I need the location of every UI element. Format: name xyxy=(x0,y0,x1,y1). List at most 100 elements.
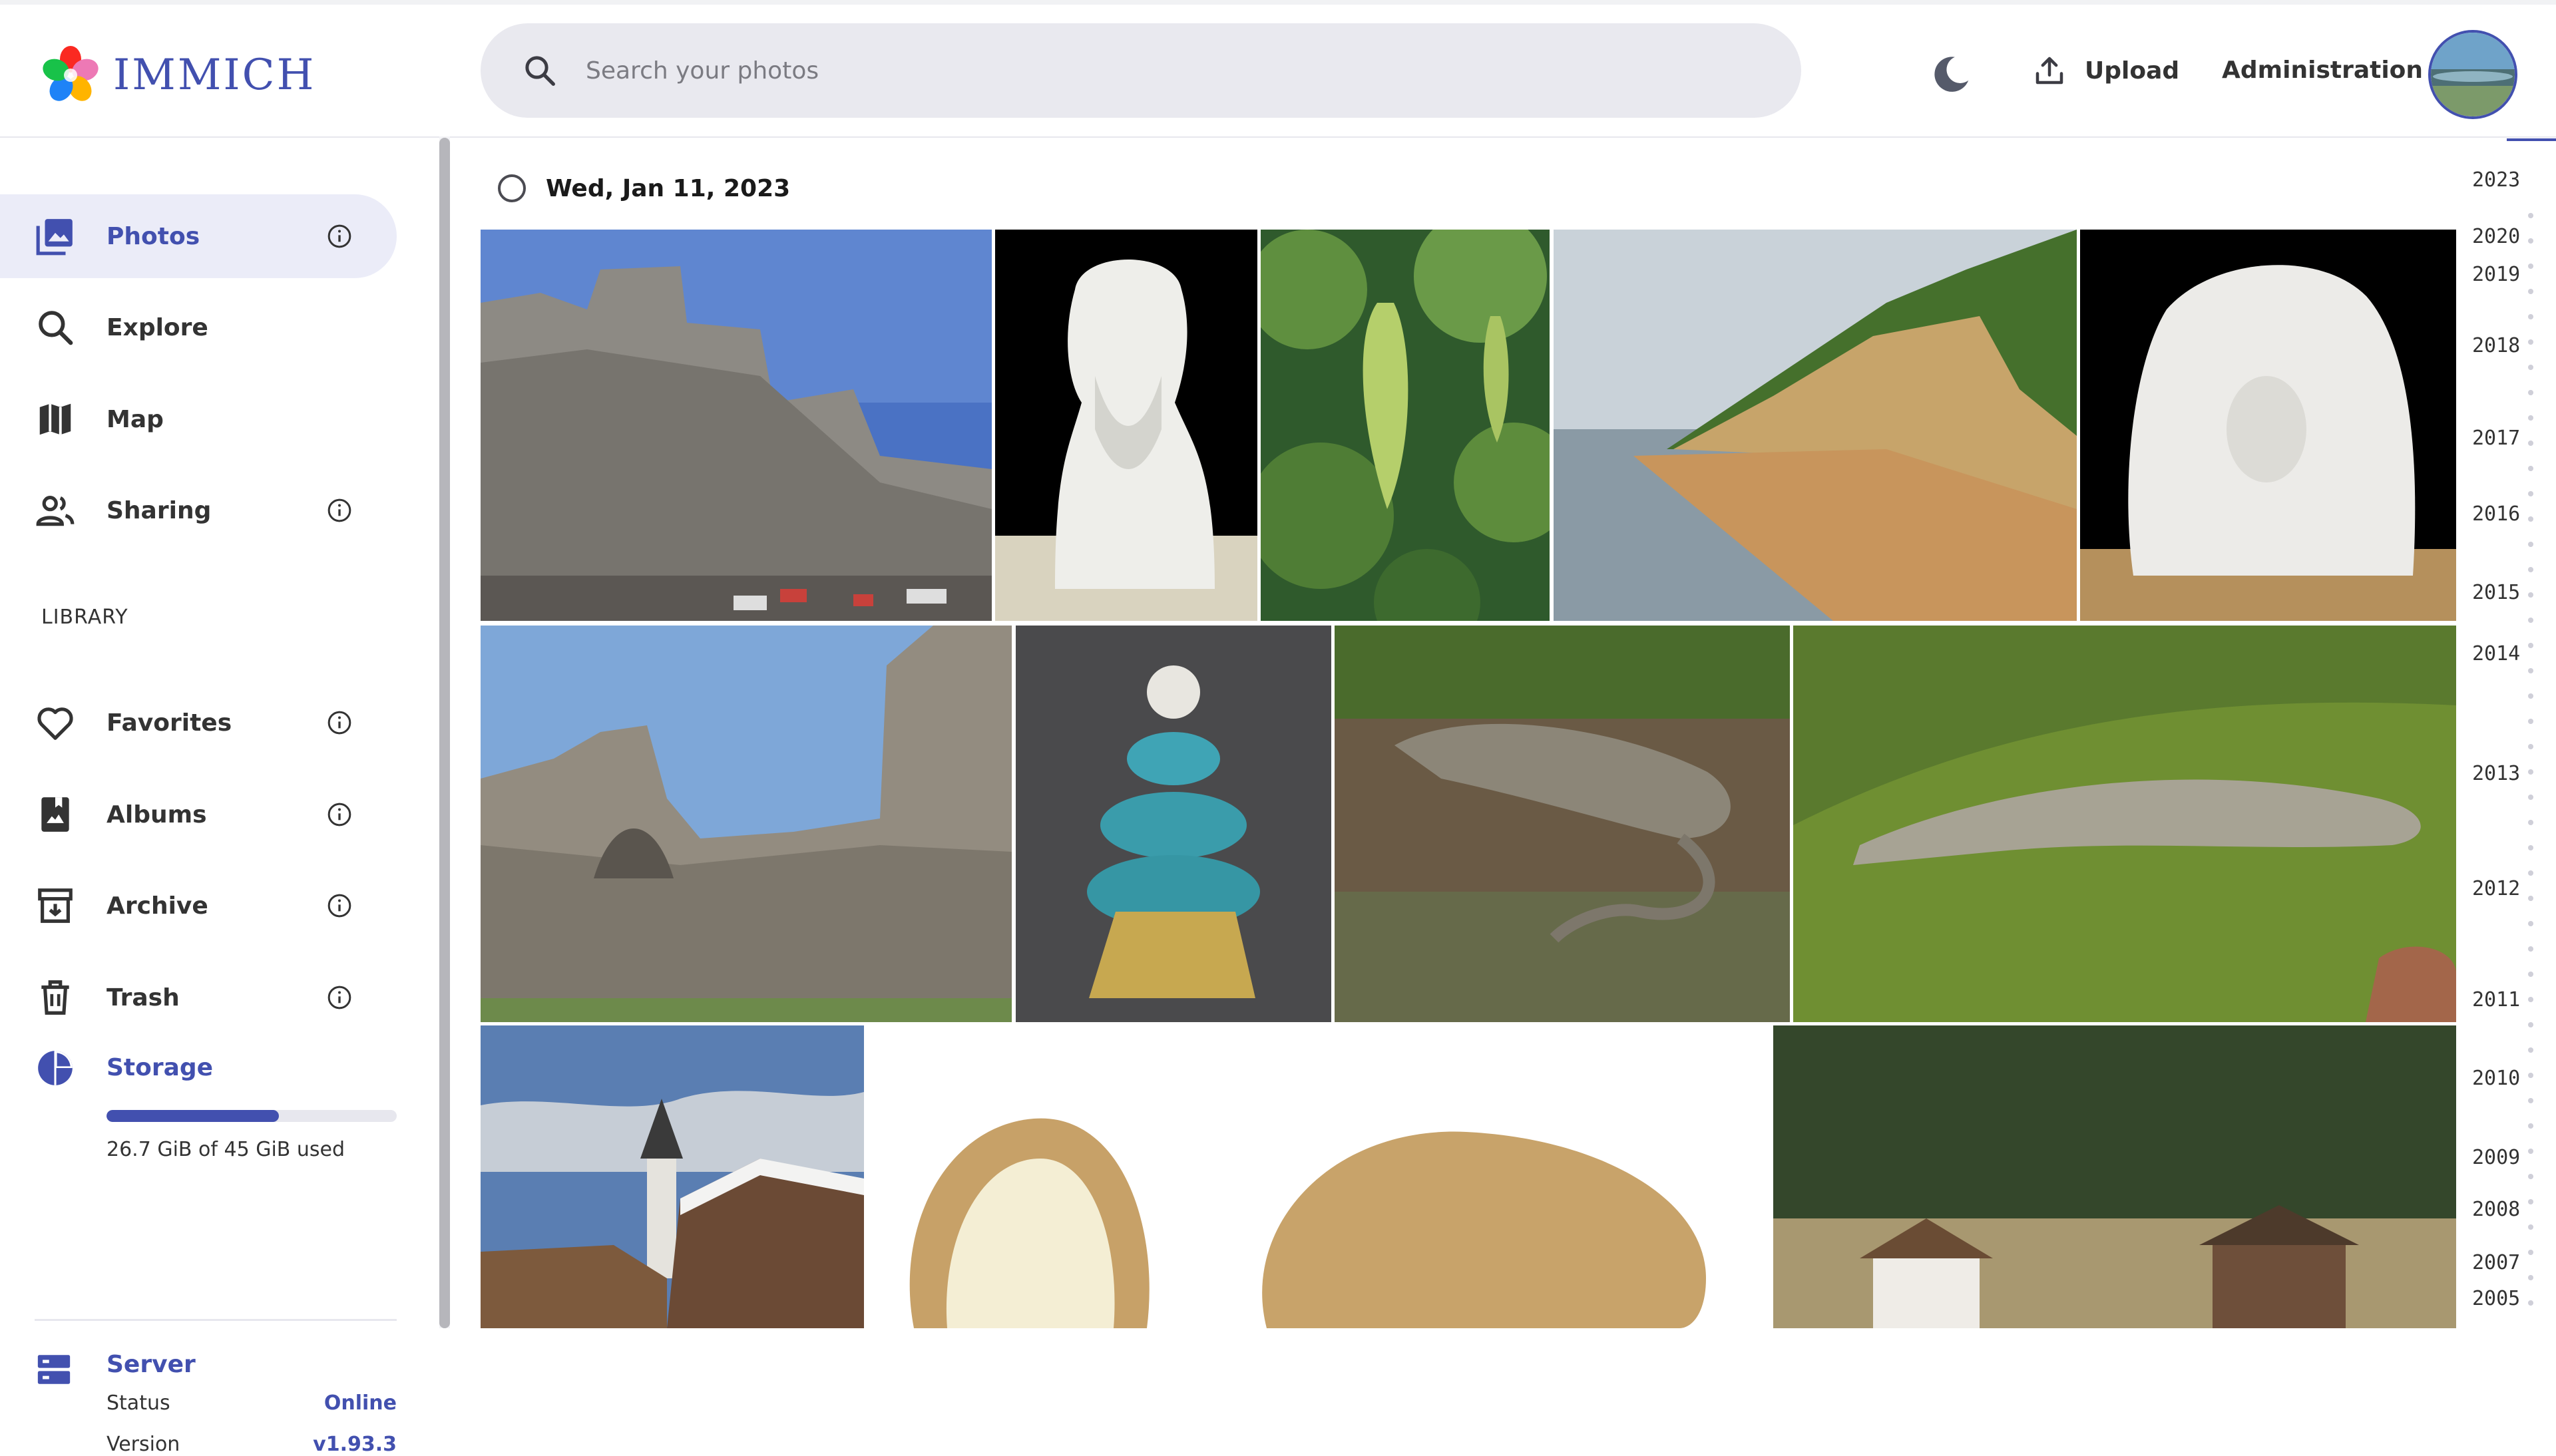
timeline-year-label[interactable]: 2009 xyxy=(2472,1146,2520,1169)
photo-snowy-church[interactable] xyxy=(481,1025,864,1328)
server-version-value[interactable]: v1.93.3 xyxy=(313,1433,397,1456)
info-icon[interactable] xyxy=(326,984,353,1011)
photo-castle-ruins[interactable] xyxy=(481,626,1012,1022)
info-icon[interactable] xyxy=(326,223,353,250)
photo-potatoes[interactable] xyxy=(867,1025,1770,1328)
photo-alpine-houses[interactable] xyxy=(1773,1025,2456,1328)
heart-icon xyxy=(37,707,73,740)
sidebar-scrollbar-thumb[interactable] xyxy=(439,138,450,1328)
timeline-dot xyxy=(2528,997,2533,1002)
timeline-dot xyxy=(2528,1123,2533,1129)
server-status-value: Online xyxy=(323,1391,397,1415)
photo-lizard-on-moss[interactable] xyxy=(1793,626,2456,1022)
search-bar[interactable] xyxy=(481,23,1801,118)
library-section-title: LIBRARY xyxy=(41,606,128,629)
timeline-scrubber[interactable]: 2023 2020 2019 2018 2017 2016 2015 2014 2013 2012… xyxy=(2456,136,2556,1328)
server-status-label: Status xyxy=(106,1391,170,1415)
timeline-dot xyxy=(2528,1098,2533,1103)
timeline-dot xyxy=(2528,592,2533,598)
photo-porcelain-centerpiece[interactable] xyxy=(1016,626,1331,1022)
sidebar-item-label: Trash xyxy=(106,984,180,1011)
server-status-row: Status Online xyxy=(106,1391,397,1415)
app-logo[interactable]: IMMICH xyxy=(40,42,316,108)
timeline-year-label[interactable]: 2016 xyxy=(2472,502,2520,526)
timeline-dot xyxy=(2528,213,2533,218)
trash-icon xyxy=(41,980,69,1015)
timeline-dot xyxy=(2528,1300,2533,1306)
sidebar-item-label: Explore xyxy=(106,313,208,341)
upload-button[interactable]: Upload xyxy=(2031,53,2179,89)
sidebar-item-explore[interactable]: Explore xyxy=(0,285,397,369)
server-icon xyxy=(37,1355,71,1384)
info-icon[interactable] xyxy=(326,801,353,828)
administration-link[interactable]: Administration xyxy=(2222,57,2423,84)
timeline-year-label[interactable]: 2019 xyxy=(2472,263,2520,286)
timeline-dot xyxy=(2528,1224,2533,1230)
timeline-year-label[interactable]: 2011 xyxy=(2472,988,2520,1011)
timeline-dot xyxy=(2528,491,2533,496)
sidebar-item-trash[interactable]: Trash xyxy=(0,956,397,1039)
timeline-dot xyxy=(2528,1174,2533,1179)
timeline-dot xyxy=(2528,264,2533,269)
timeline-dot xyxy=(2528,1073,2533,1078)
info-icon[interactable] xyxy=(326,709,353,736)
timeline-year-label[interactable]: 2017 xyxy=(2472,427,2520,450)
timeline-dot xyxy=(2528,719,2533,724)
timeline-dot xyxy=(2528,946,2533,952)
search-icon[interactable] xyxy=(522,53,558,89)
select-date-group-checkbox[interactable] xyxy=(498,174,526,202)
timeline-year-label[interactable]: 2005 xyxy=(2472,1287,2520,1310)
timeline-dot xyxy=(2528,567,2533,572)
top-border xyxy=(0,0,2556,5)
timeline-position-marker[interactable] xyxy=(2507,138,2556,141)
photo-marble-sculpture[interactable] xyxy=(2080,230,2456,621)
timeline-dot xyxy=(2528,1047,2533,1053)
photo-lizard-on-leaves[interactable] xyxy=(1335,626,1790,1022)
timeline-year-label[interactable]: 2023 xyxy=(2472,168,2520,192)
sidebar-item-archive[interactable]: Archive xyxy=(0,864,397,948)
photo-marble-bust[interactable] xyxy=(995,230,1257,621)
timeline-dot xyxy=(2528,516,2533,522)
timeline-year-label[interactable]: 2013 xyxy=(2472,762,2520,785)
sidebar-item-label: Sharing xyxy=(106,496,212,524)
info-icon[interactable] xyxy=(326,497,353,524)
timeline-dot xyxy=(2528,870,2533,876)
map-icon xyxy=(39,403,71,435)
sidebar-item-favorites[interactable]: Favorites xyxy=(0,681,397,765)
timeline-year-label[interactable]: 2010 xyxy=(2472,1067,2520,1090)
sidebar-item-photos[interactable]: Photos xyxy=(0,194,397,278)
timeline-year-label[interactable]: 2012 xyxy=(2472,877,2520,900)
sidebar-item-label: Favorites xyxy=(106,709,232,737)
timeline-dot xyxy=(2528,618,2533,623)
timeline-dot xyxy=(2528,1199,2533,1204)
timeline-dot xyxy=(2528,693,2533,699)
timeline-dot xyxy=(2528,542,2533,547)
dark-mode-moon-icon[interactable] xyxy=(1928,51,1974,98)
info-icon[interactable] xyxy=(326,892,353,919)
sidebar-item-sharing[interactable]: Sharing xyxy=(0,468,397,552)
timeline-year-label[interactable]: 2008 xyxy=(2472,1198,2520,1221)
sidebar-divider xyxy=(35,1319,397,1321)
timeline-dot xyxy=(2528,972,2533,977)
timeline-year-label[interactable]: 2014 xyxy=(2472,642,2520,665)
photo-coastal-cliff[interactable] xyxy=(1554,230,2077,621)
archive-icon xyxy=(38,888,73,923)
photo-sea-grapes[interactable] xyxy=(1261,230,1550,621)
sidebar-item-map[interactable]: Map xyxy=(0,377,397,461)
timeline-year-label[interactable]: 2015 xyxy=(2472,581,2520,604)
sidebar-item-albums[interactable]: Albums xyxy=(0,773,397,856)
sidebar-item-label: Map xyxy=(106,405,164,433)
sidebar-item-label: Albums xyxy=(106,801,207,828)
storage-usage-fill xyxy=(106,1110,279,1122)
timeline-dot xyxy=(2528,415,2533,421)
server-version-label: Version xyxy=(106,1433,180,1456)
timeline-year-label[interactable]: 2007 xyxy=(2472,1251,2520,1274)
timeline-year-label[interactable]: 2020 xyxy=(2472,225,2520,248)
photo-fortress-walls[interactable] xyxy=(481,230,992,621)
timeline-dot xyxy=(2528,820,2533,825)
timeline-year-label[interactable]: 2018 xyxy=(2472,334,2520,357)
explore-icon xyxy=(39,311,73,345)
sidebar: Photos Explore Map Sharing LIBRARY Favor… xyxy=(0,138,433,1456)
user-avatar[interactable] xyxy=(2428,30,2517,119)
search-input[interactable] xyxy=(584,56,1719,85)
